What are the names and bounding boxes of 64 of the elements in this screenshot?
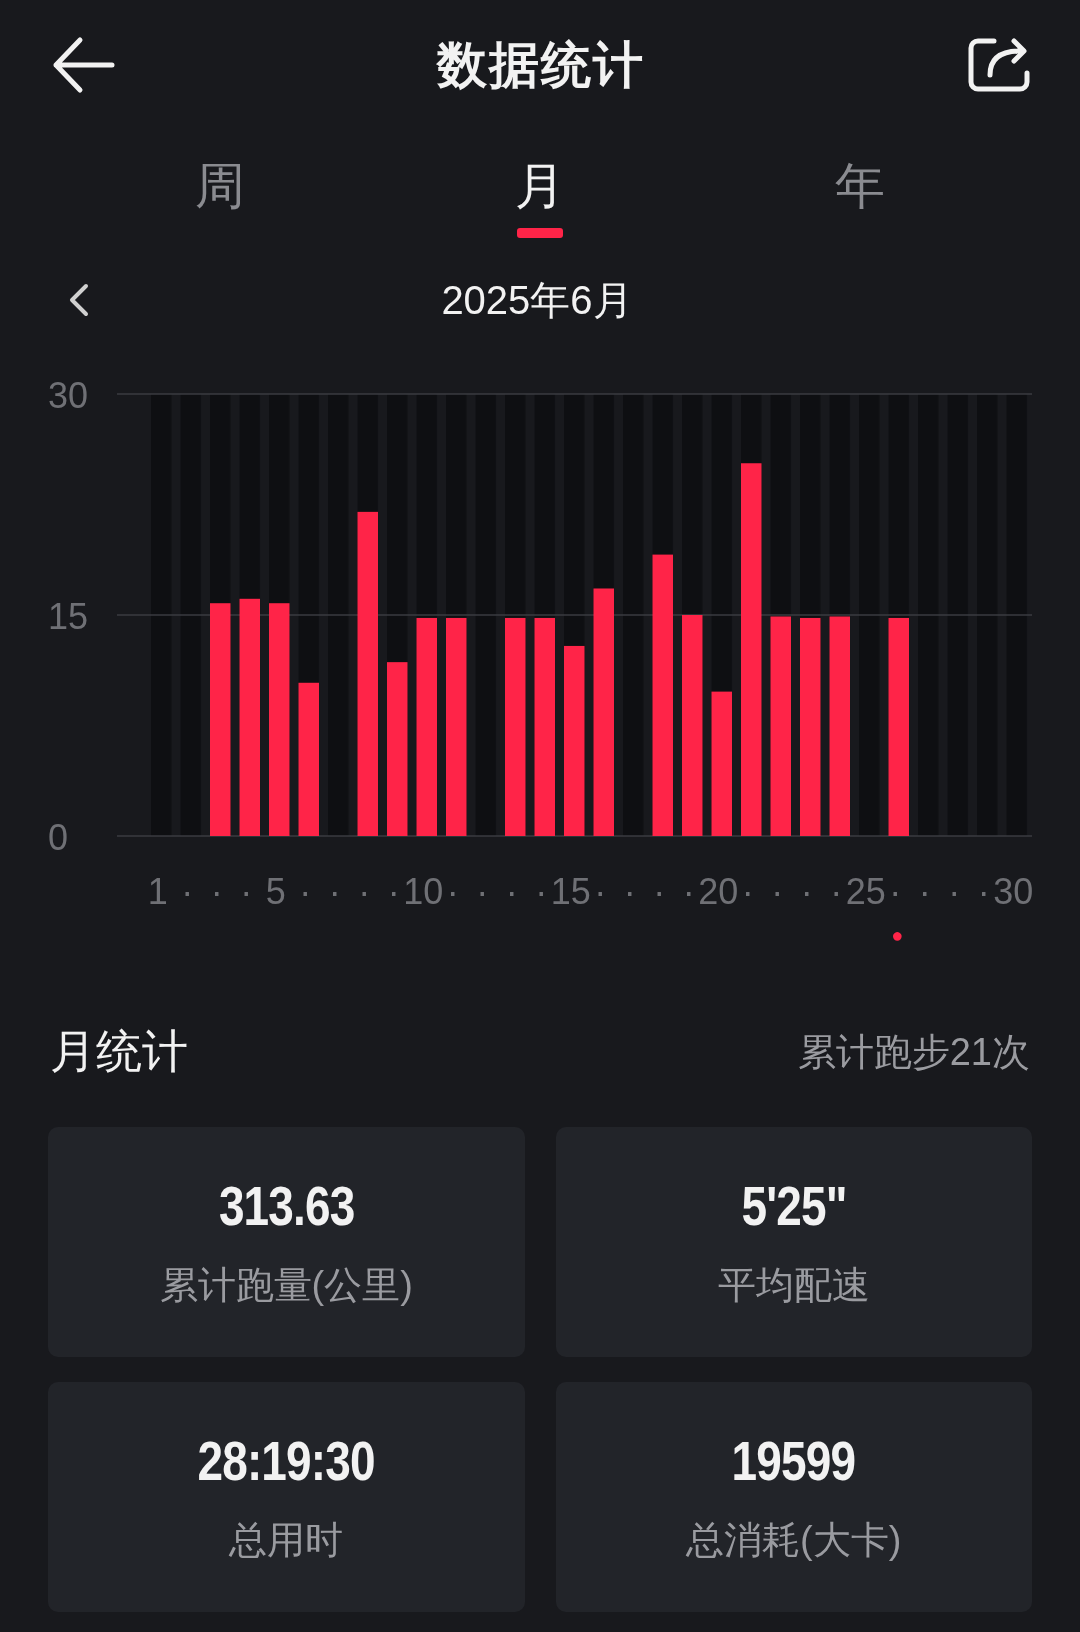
bar[interactable]: [770, 616, 791, 836]
period-label: 2025年6月: [440, 276, 634, 324]
axis-label: ·: [653, 871, 666, 912]
axis-label: ·: [505, 871, 518, 912]
axis-label: ·: [535, 871, 548, 912]
axis-label: ·: [977, 871, 990, 912]
axis-label: ·: [741, 871, 754, 912]
axis-label: 15: [550, 871, 591, 912]
bar[interactable]: [652, 554, 673, 836]
bar[interactable]: [593, 588, 614, 836]
share-icon[interactable]: [966, 35, 1032, 95]
axis-label: 30: [993, 871, 1034, 912]
bar[interactable]: [741, 463, 762, 836]
axis-label: ·: [830, 871, 843, 912]
axis-label: ·: [387, 871, 400, 912]
bar[interactable]: [829, 616, 850, 836]
axis-label: ·: [476, 871, 489, 912]
axis-label: ·: [800, 871, 813, 912]
axis-label: ·: [918, 871, 931, 912]
stat-label: 累计跑量(公里): [159, 1263, 413, 1308]
axis-label: ·: [889, 871, 902, 912]
tab[interactable]: 年: [835, 142, 885, 238]
axis-label: ·: [328, 871, 341, 912]
stat-value: 5'25": [741, 1173, 847, 1238]
axis-label: ·: [210, 871, 223, 912]
stat-value: 313.63: [218, 1173, 354, 1238]
page-title: 数据统计: [437, 35, 645, 95]
bar[interactable]: [800, 617, 821, 836]
bar[interactable]: [505, 617, 526, 836]
stat-label: 平均配速: [717, 1263, 870, 1308]
axis-label: ·: [181, 871, 194, 912]
bar[interactable]: [210, 603, 231, 836]
axis-label: ·: [240, 871, 253, 912]
tab[interactable]: 月: [515, 142, 565, 238]
tab[interactable]: 周: [195, 142, 245, 238]
axis-label: 15: [48, 596, 89, 637]
axis-label: ·: [299, 871, 312, 912]
axis-label: ·: [682, 871, 695, 912]
stat-value: 19599: [731, 1428, 856, 1493]
stat-label: 总消耗(大卡): [686, 1518, 902, 1563]
axis-label: 0: [48, 817, 69, 858]
axis-label: ·: [623, 871, 636, 912]
stat-value: 28:19:30: [197, 1428, 375, 1493]
axis-label: 10: [403, 871, 444, 912]
bar[interactable]: [357, 511, 378, 836]
run-count: 累计跑步21次: [797, 1029, 1030, 1075]
axis-label: 25: [845, 871, 886, 912]
axis-label: 5: [265, 871, 286, 912]
axis-label: 20: [698, 871, 739, 912]
axis-label: ·: [948, 871, 961, 912]
bar[interactable]: [269, 603, 290, 836]
axis-label: ·: [594, 871, 607, 912]
bar[interactable]: [446, 617, 467, 836]
axis-label: ·: [771, 871, 784, 912]
axis-label: 30: [48, 375, 89, 416]
axis-label: ·: [358, 871, 371, 912]
axis-label: ·: [446, 871, 459, 912]
axis-label: 1: [147, 871, 168, 912]
stat-label: 总用时: [229, 1518, 344, 1563]
bar[interactable]: [564, 645, 585, 836]
bar[interactable]: [682, 615, 703, 836]
section-title: 月统计: [50, 1024, 188, 1079]
bar[interactable]: [387, 662, 408, 836]
selected-day-dot: ●: [891, 924, 904, 946]
